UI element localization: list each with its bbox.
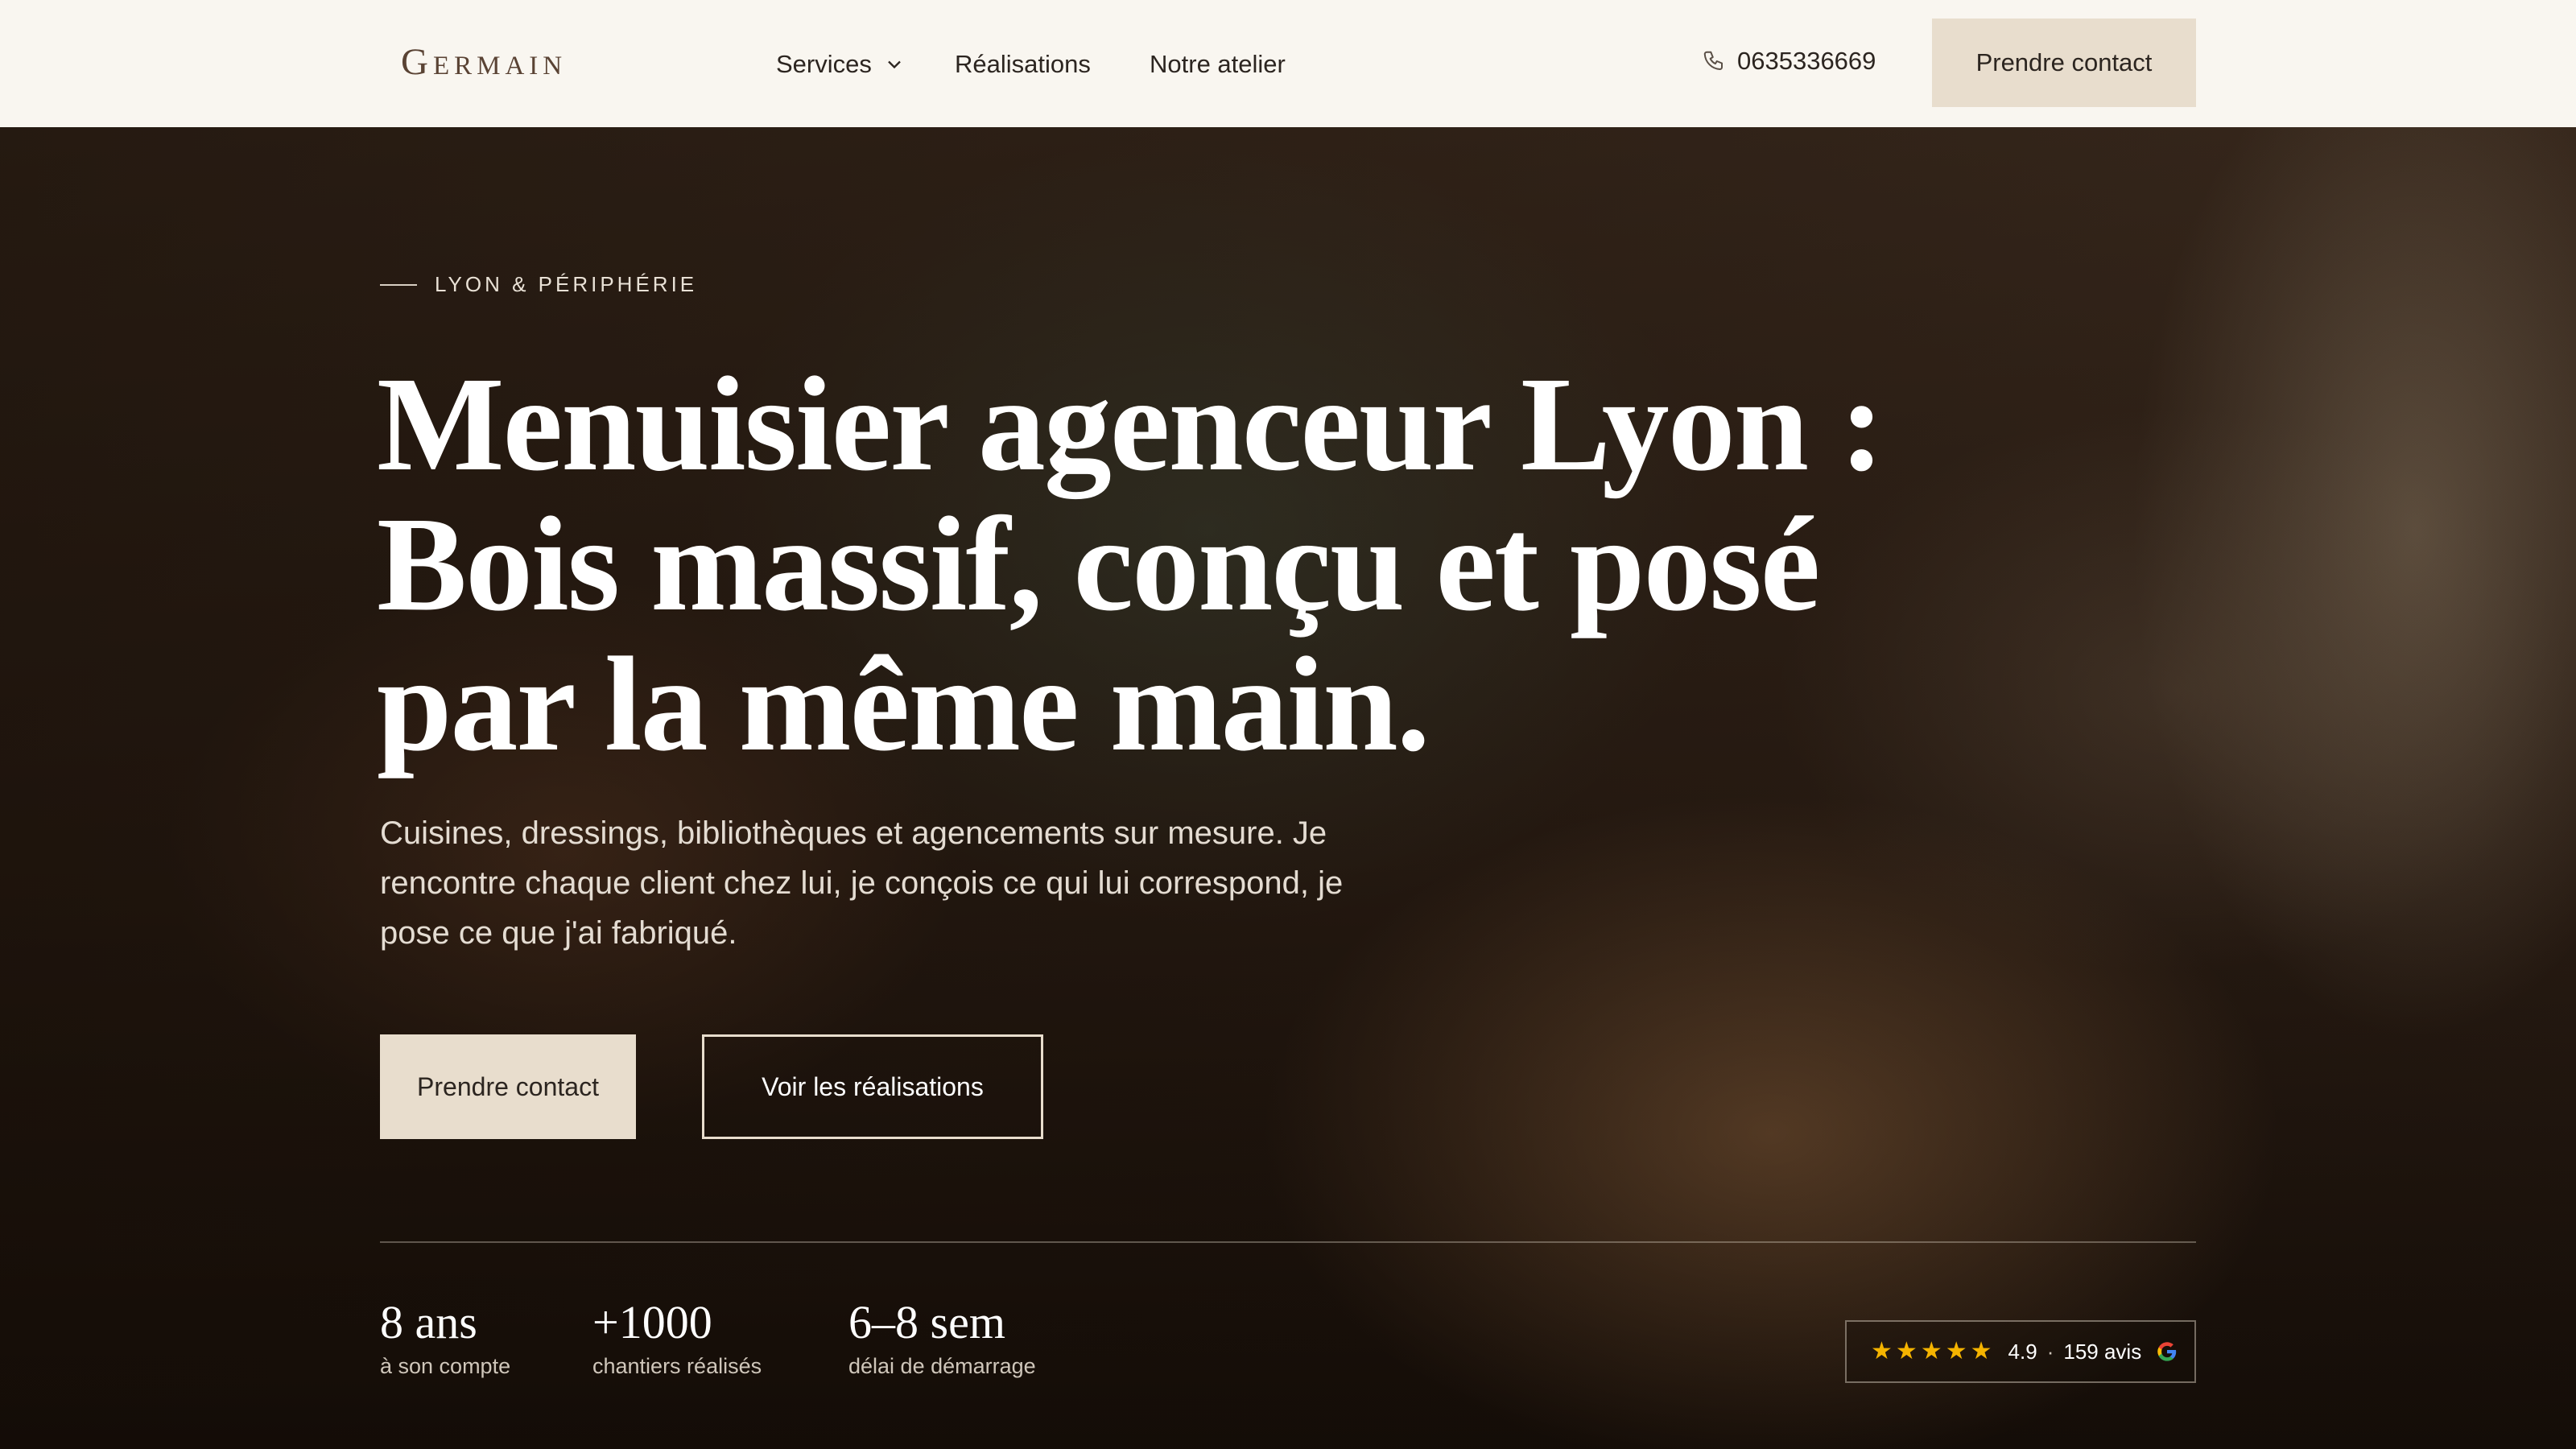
eyebrow-text: LYON & PÉRIPHÉRIE [435,272,698,296]
hero-title-line2: Bois massif, conçu et posé [377,489,1820,639]
google-reviews-badge[interactable]: ★ ★ ★ ★ ★ 4.9 · 159 avis [1845,1320,2196,1383]
star-icon: ★ [1871,1338,1893,1364]
chevron-down-icon [888,60,901,69]
star-icon: ★ [1970,1338,1992,1364]
star-icon: ★ [1945,1338,1967,1364]
nav-realisations[interactable]: Réalisations [955,50,1091,79]
stat-projects: +1000 chantiers réalisés [592,1296,762,1379]
contact-button[interactable]: Prendre contact [380,1034,636,1139]
eyebrow-line [380,283,417,286]
hero-eyebrow: LYON & PÉRIPHÉRIE [380,272,697,297]
phone-number: 0635336669 [1737,47,1876,75]
review-count: 159 avis [2063,1339,2142,1364]
nav-services-label: Services [776,50,872,78]
hero-title: Menuisier agenceur Lyon : Bois massif, c… [377,354,2067,774]
divider [380,1241,2196,1243]
rating-stars: ★ ★ ★ ★ ★ [1871,1340,1992,1364]
google-icon [2157,1342,2177,1361]
site-header: Germain Services Réalisations Notre atel… [0,0,2576,127]
logo[interactable]: Germain [401,40,567,84]
rating-value: 4.9 [2008,1339,2037,1364]
stat-value: 8 ans [380,1296,477,1348]
separator: · [2046,1339,2054,1364]
view-realisations-button[interactable]: Voir les réalisations [702,1034,1043,1139]
header-contact-button[interactable]: Prendre contact [1932,19,2196,107]
nav-atelier[interactable]: Notre atelier [1150,50,1286,79]
star-icon: ★ [1895,1338,1918,1364]
stat-value: +1000 [592,1296,712,1348]
stat-value: 6–8 sem [848,1296,1005,1348]
hero-subtitle: Cuisines, dressings, bibliothèques et ag… [380,815,1344,951]
stat-lead-time: 6–8 sem délai de démarrage [848,1296,1036,1379]
stat-years: 8 ans à son compte [380,1296,510,1379]
hero-overlay [0,127,2576,1449]
phone-icon [1703,51,1723,70]
phone-link[interactable]: 0635336669 [1702,47,1876,76]
stat-label: à son compte [380,1354,511,1378]
star-icon: ★ [1920,1338,1942,1364]
hero-title-line1: Menuisier agenceur Lyon : [377,349,1885,499]
stat-label: délai de démarrage [848,1354,1036,1378]
stat-label: chantiers réalisés [592,1354,762,1378]
nav-services[interactable]: Services [776,50,906,79]
hero-title-line3: par la même main. [377,630,1430,779]
